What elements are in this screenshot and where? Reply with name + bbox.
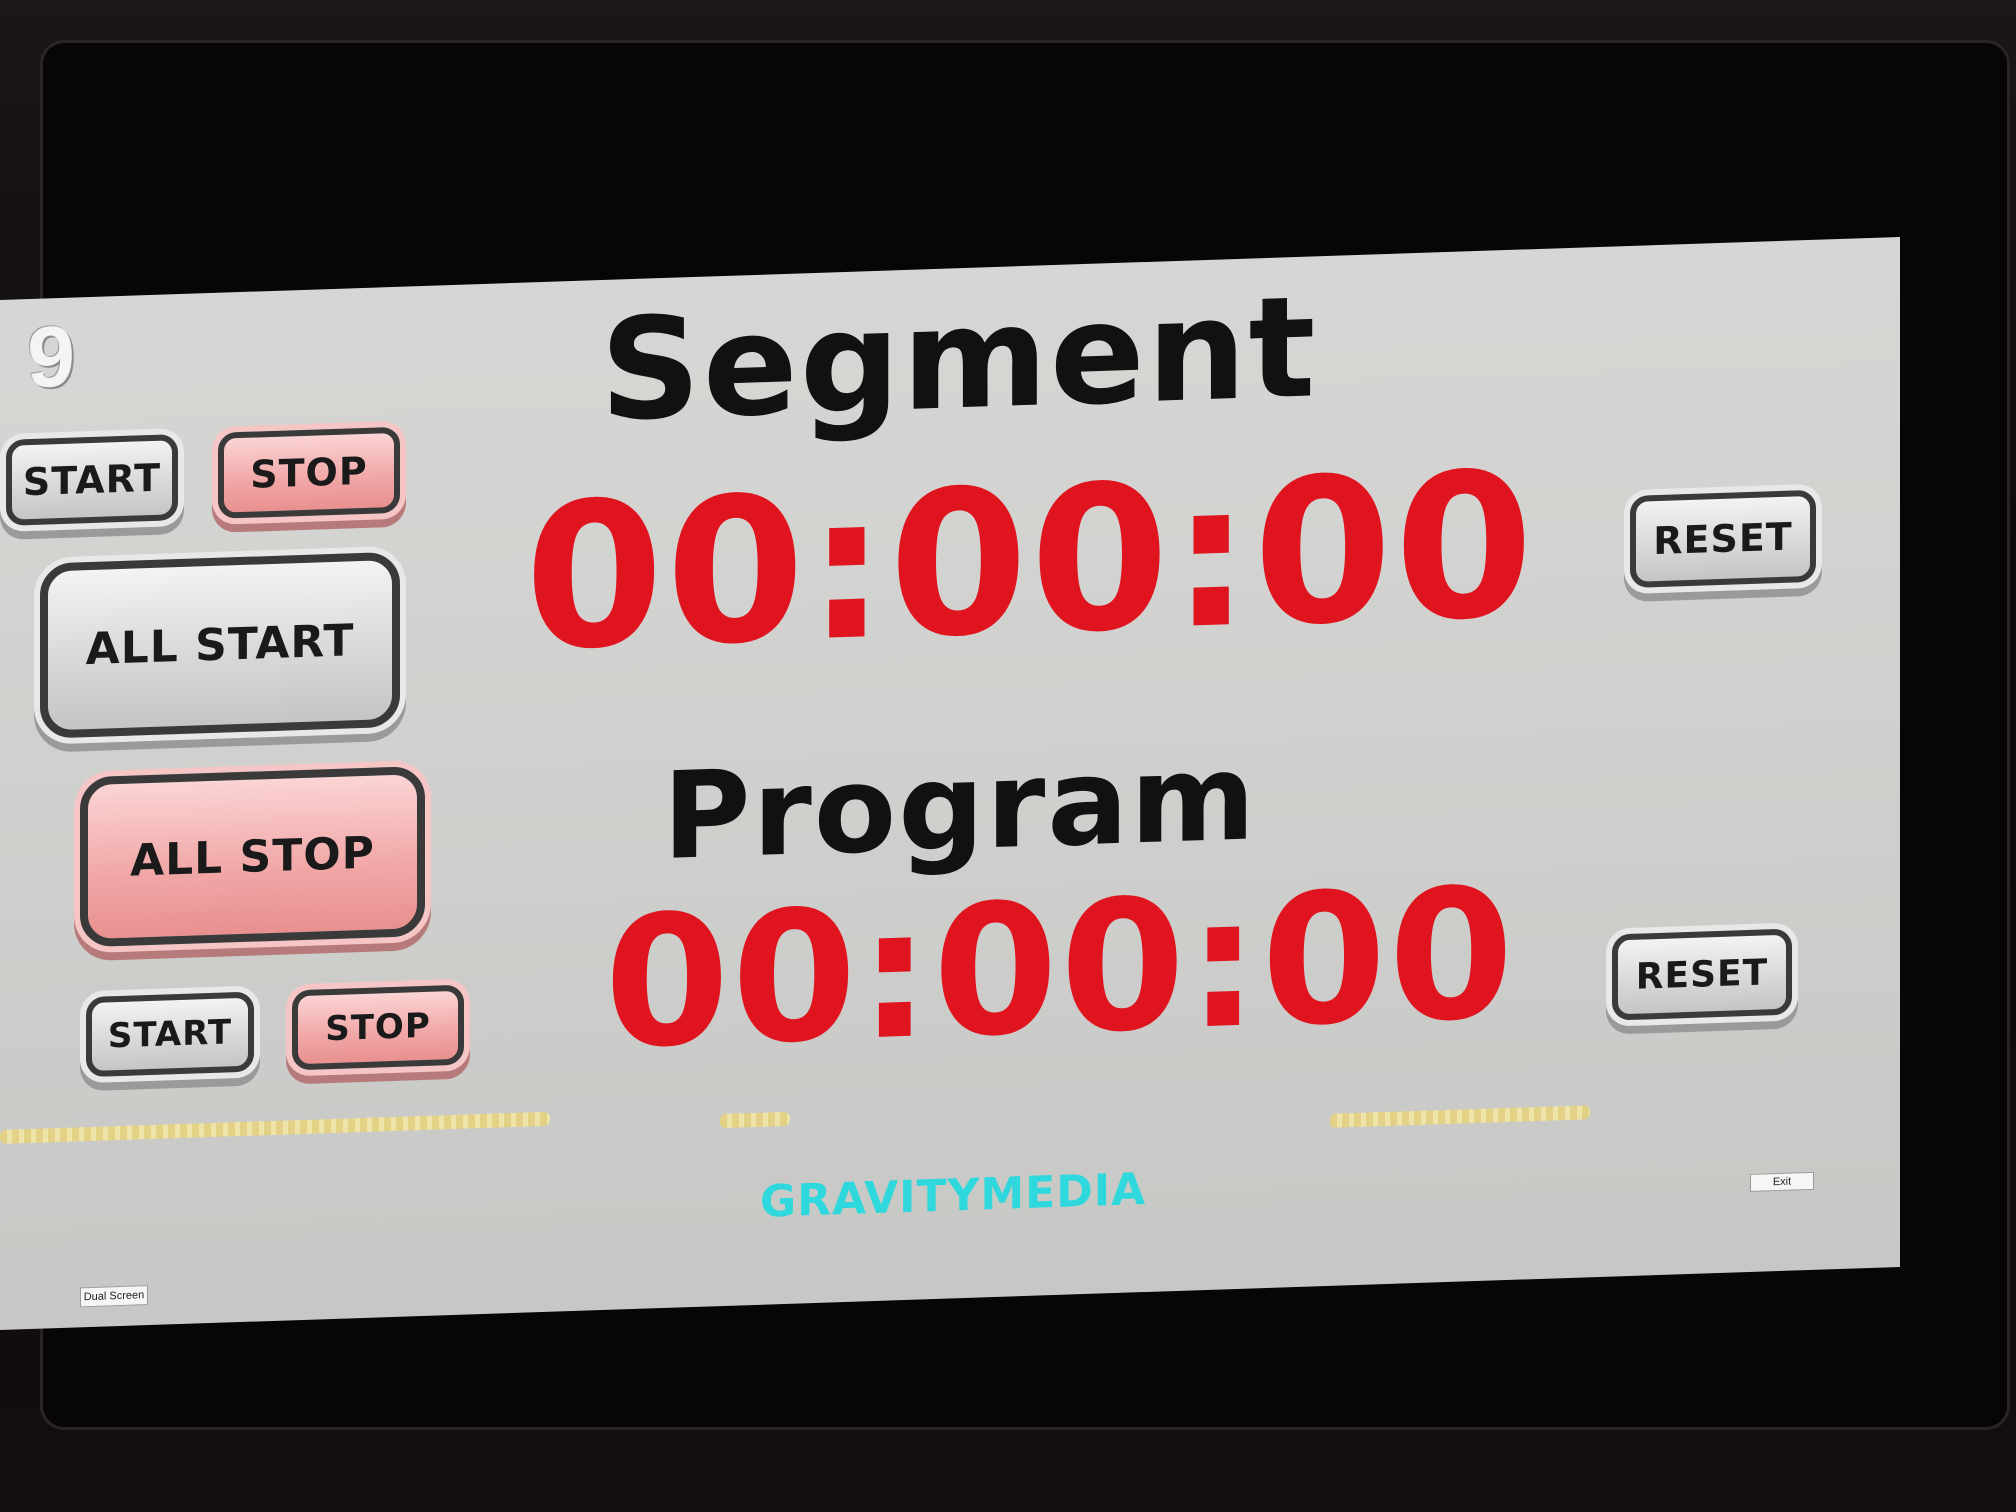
segment-reset-button[interactable]: RESET	[1630, 489, 1816, 588]
program-stop-button[interactable]: STOP	[292, 984, 464, 1071]
timer-app-window: 9 Segment 00:00:00 Program 00:00:00 STAR…	[0, 236, 1900, 1331]
dual-screen-button[interactable]: Dual Screen	[80, 1285, 148, 1308]
light-reflection	[720, 1111, 790, 1129]
brand-logo: GRAVITYMEDIA	[760, 1163, 1147, 1228]
app-logo-icon: 9	[27, 308, 75, 407]
exit-button[interactable]: Exit	[1750, 1171, 1814, 1192]
segment-timer: 00:00:00	[524, 429, 1536, 696]
light-reflection	[1330, 1105, 1590, 1128]
segment-stop-button[interactable]: STOP	[218, 426, 400, 519]
program-reset-button[interactable]: RESET	[1612, 928, 1792, 1021]
all-stop-button[interactable]: ALL STOP	[80, 765, 425, 948]
program-timer: 00:00:00	[604, 849, 1516, 1089]
light-reflection	[0, 1111, 550, 1144]
all-start-button[interactable]: ALL START	[40, 551, 400, 739]
segment-start-button[interactable]: START	[6, 434, 178, 526]
segment-title: Segment	[600, 266, 1318, 454]
program-start-button[interactable]: START	[86, 991, 254, 1078]
